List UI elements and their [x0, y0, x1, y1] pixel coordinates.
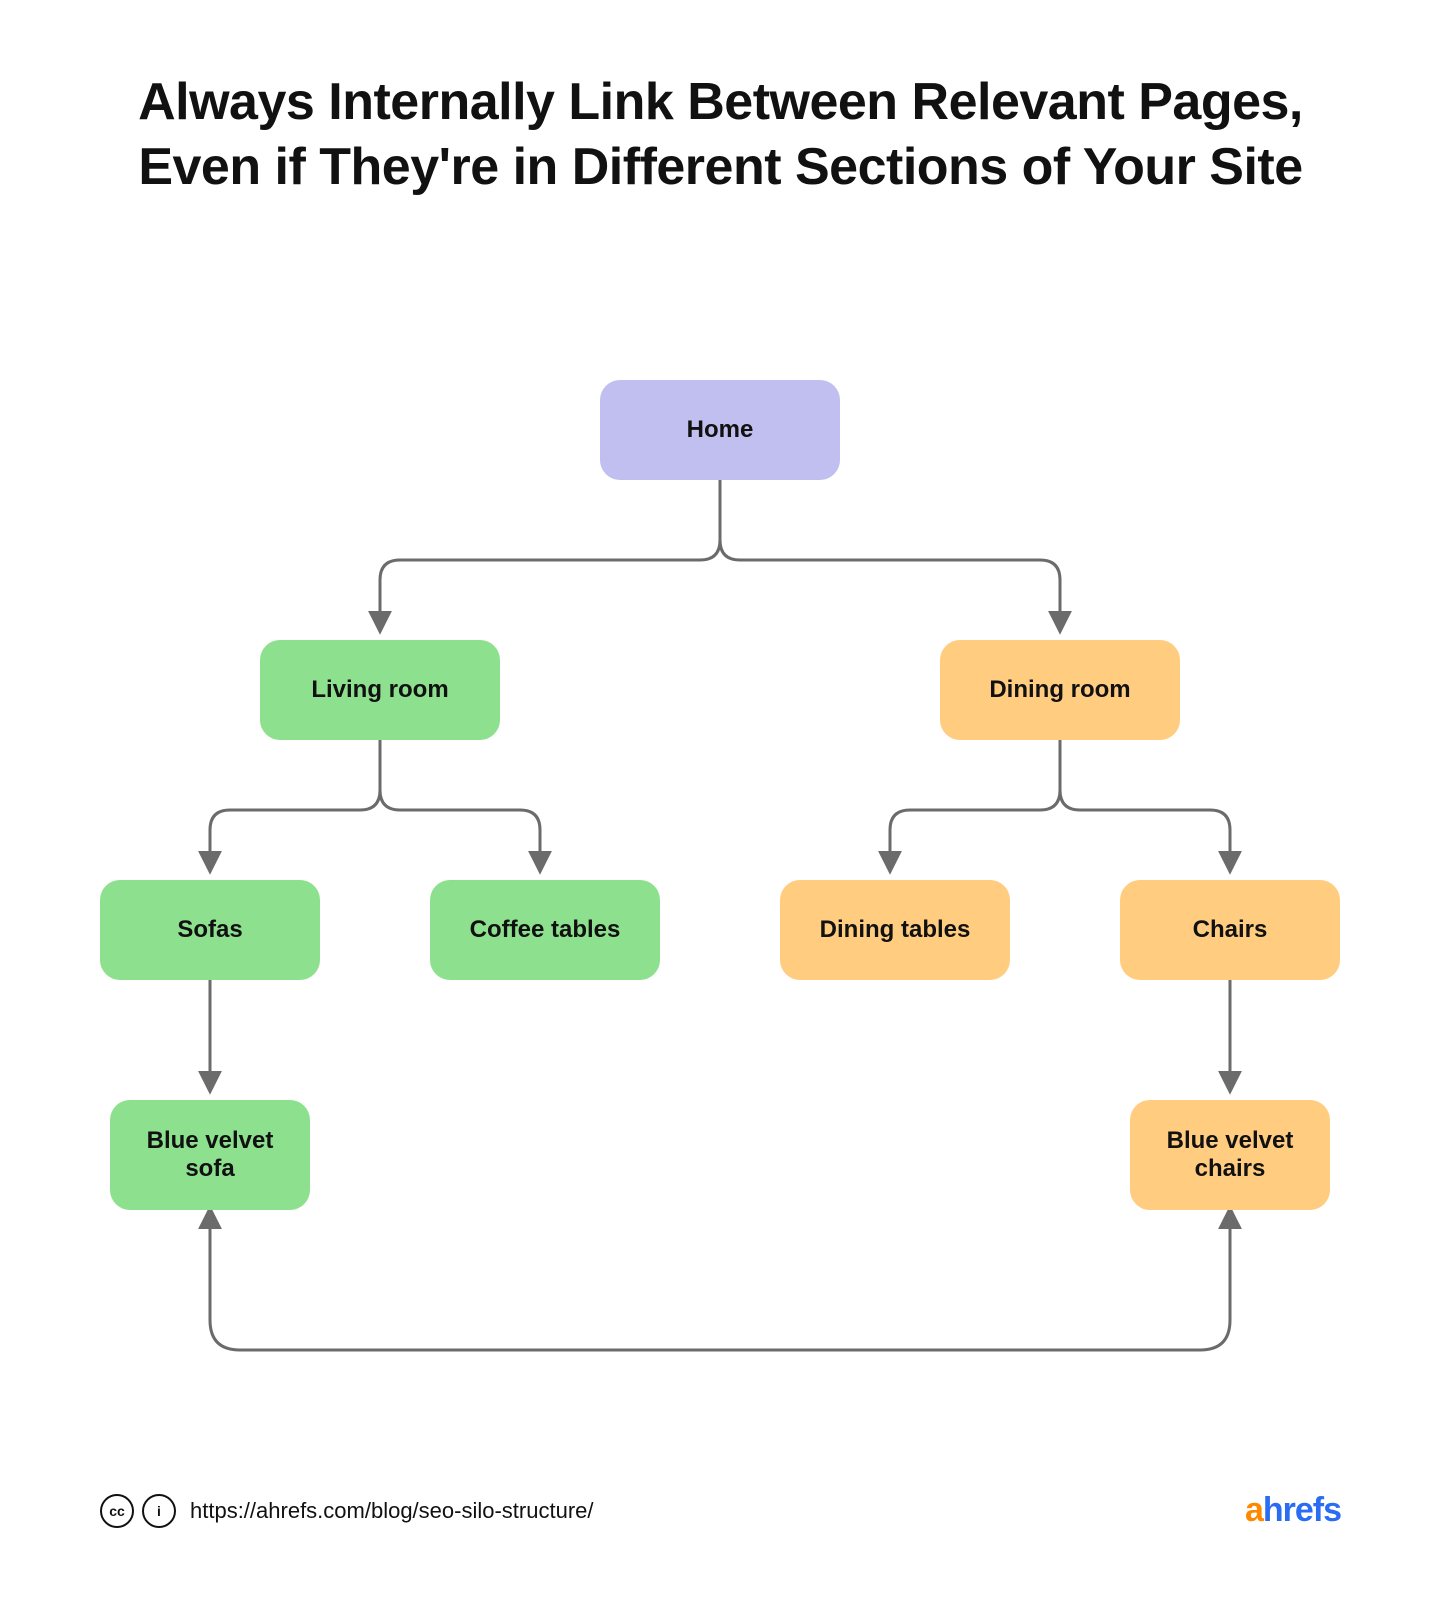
- source-url: https://ahrefs.com/blog/seo-silo-structu…: [190, 1498, 594, 1524]
- node-dining-room: Dining room: [940, 640, 1180, 740]
- diagram-canvas: Always Internally Link Between Relevant …: [0, 0, 1441, 1600]
- node-blue-velvet-chairs: Blue velvet chairs: [1130, 1100, 1330, 1210]
- node-dining-tables: Dining tables: [780, 880, 1010, 980]
- node-home: Home: [600, 380, 840, 480]
- node-coffee-tables: Coffee tables: [430, 880, 660, 980]
- node-living-room: Living room: [260, 640, 500, 740]
- connector-layer: [0, 0, 1441, 1600]
- cc-license-icon: cc i: [100, 1494, 176, 1528]
- brand-logo: ahrefs: [1245, 1491, 1341, 1530]
- footer: cc i https://ahrefs.com/blog/seo-silo-st…: [100, 1491, 1341, 1530]
- node-blue-velvet-sofa: Blue velvet sofa: [110, 1100, 310, 1210]
- footer-left: cc i https://ahrefs.com/blog/seo-silo-st…: [100, 1494, 594, 1528]
- node-chairs: Chairs: [1120, 880, 1340, 980]
- diagram-title: Always Internally Link Between Relevant …: [0, 70, 1441, 200]
- node-sofas: Sofas: [100, 880, 320, 980]
